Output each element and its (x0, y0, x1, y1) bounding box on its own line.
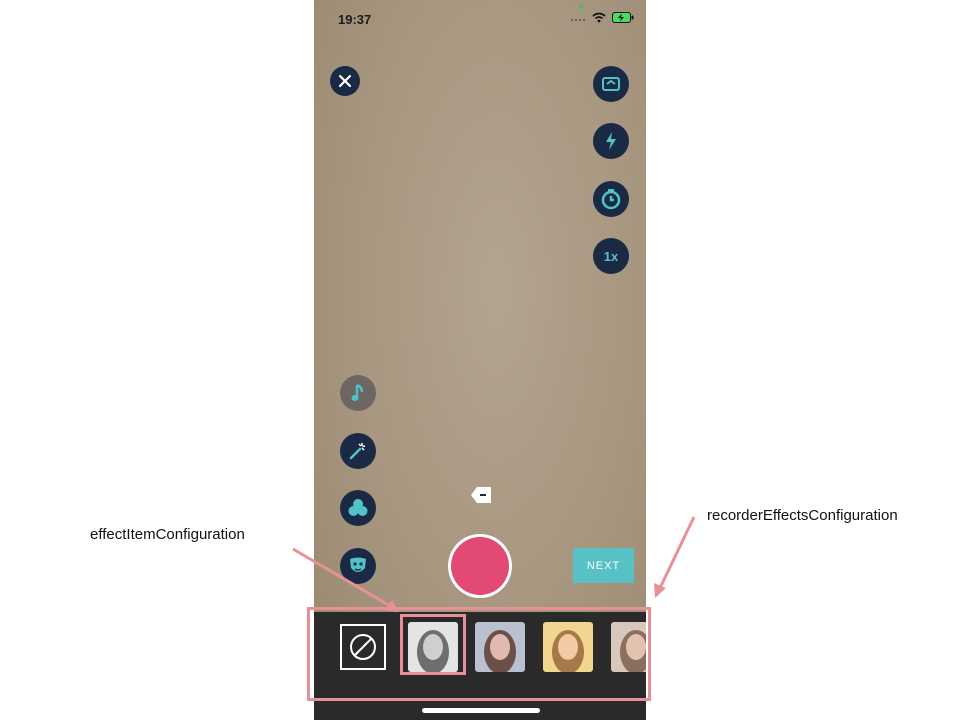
recorder-effects-annotation: recorderEffectsConfiguration (707, 507, 898, 524)
effect-item-annotation: effectItemConfiguration (90, 526, 245, 543)
annotation-arrows (292, 516, 696, 612)
